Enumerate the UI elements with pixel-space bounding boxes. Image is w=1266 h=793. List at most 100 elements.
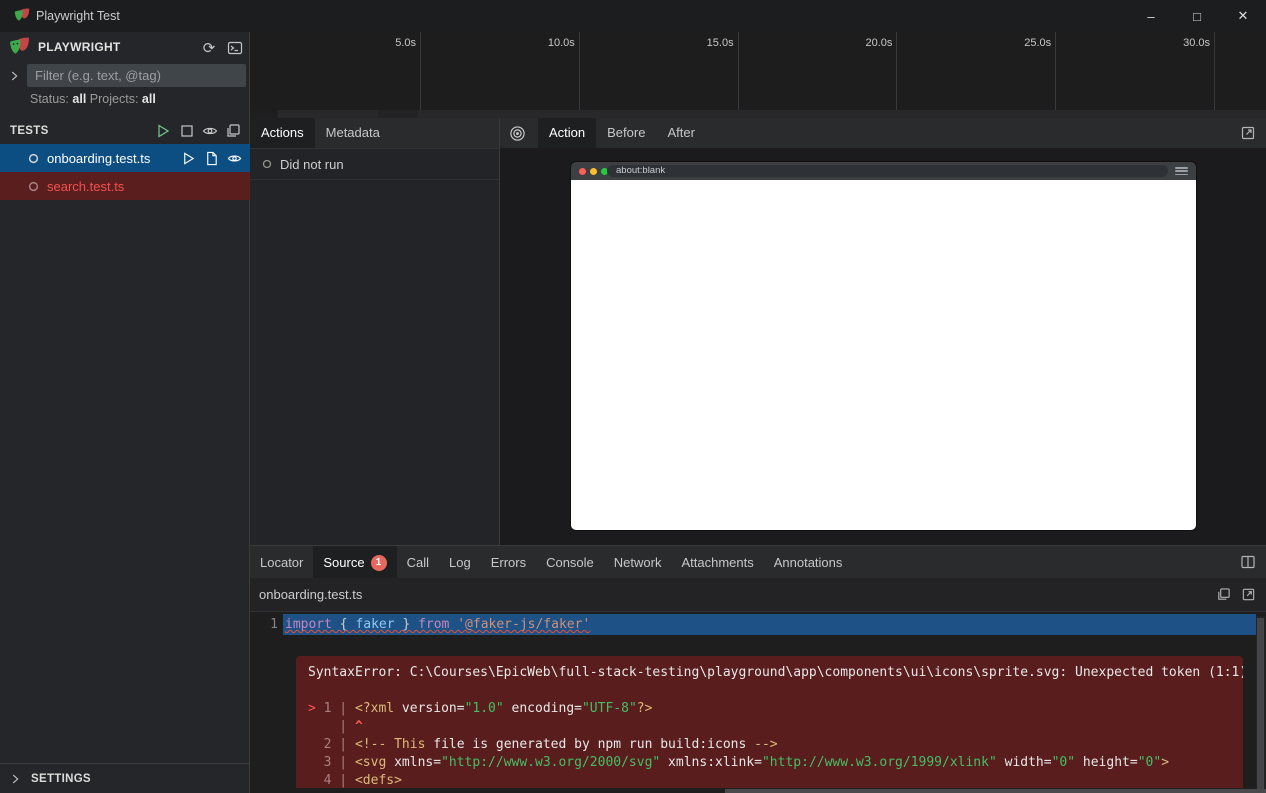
- source-filename: onboarding.test.ts: [250, 587, 362, 602]
- sidebar-header: PLAYWRIGHT ⟳: [0, 32, 250, 62]
- timeline-gridline: [738, 32, 739, 110]
- test-status-circle-icon: [28, 181, 39, 192]
- test-file-row-onboarding[interactable]: onboarding.test.ts: [0, 144, 250, 172]
- tab-call[interactable]: Call: [397, 546, 439, 579]
- vertical-scrollbar[interactable]: [1256, 616, 1265, 793]
- open-snapshot-external-icon[interactable]: [1238, 123, 1258, 143]
- settings-title: SETTINGS: [31, 764, 91, 793]
- terminal-icon[interactable]: [226, 39, 244, 57]
- tab-actions[interactable]: Actions: [250, 118, 315, 148]
- tab-after[interactable]: After: [656, 118, 705, 148]
- collapse-all-icon[interactable]: [225, 123, 241, 139]
- status-value: all: [72, 92, 86, 106]
- test-file-name: onboarding.test.ts: [47, 151, 150, 166]
- tab-before[interactable]: Before: [596, 118, 656, 148]
- run-all-icon[interactable]: [155, 123, 171, 139]
- reload-tests-icon[interactable]: ⟳: [200, 39, 218, 57]
- actions-panel: Actions Metadata Did not run: [250, 118, 500, 545]
- playwright-ui-window: Playwright Test – □ ✕ PLAYWRIGHT ⟳: [0, 0, 1266, 793]
- tests-title: TESTS: [10, 116, 49, 146]
- error-message: SyntaxError: C:\Courses\EpicWeb\full-sta…: [308, 664, 1231, 682]
- test-status-circle-icon: [28, 153, 39, 164]
- projects-label: Projects:: [90, 92, 139, 106]
- error-code-line: > 1 | <?xml version="1.0" encoding="UTF-…: [308, 700, 1231, 718]
- browser-title-bar: about:blank: [571, 162, 1196, 180]
- tab-action[interactable]: Action: [538, 118, 596, 148]
- horizontal-scrollbar-thumb[interactable]: [725, 789, 1266, 793]
- projects-value: all: [142, 92, 156, 106]
- maximize-button[interactable]: □: [1174, 0, 1220, 32]
- timeline-ruler[interactable]: 5.0s10.0s15.0s20.0s25.0s30.0s: [250, 32, 1266, 110]
- source-error-badge: 1: [371, 555, 387, 571]
- timeline-lane[interactable]: [250, 110, 1266, 118]
- copy-icon[interactable]: [1216, 587, 1231, 602]
- highlighted-code-line: import { faker } from '@faker-js/faker' …: [283, 614, 1256, 635]
- error-code-line: 3 | <svg xmlns="http://www.w3.org/2000/s…: [308, 754, 1231, 772]
- window-controls: – □ ✕: [1128, 0, 1266, 32]
- traffic-light-close-icon: [579, 168, 586, 175]
- panel-divider: [499, 118, 500, 545]
- sidebar-title: PLAYWRIGHT: [38, 32, 121, 62]
- test-file-name: search.test.ts: [47, 179, 124, 194]
- error-code-frame: > 1 | <?xml version="1.0" encoding="UTF-…: [308, 700, 1231, 788]
- open-external-icon[interactable]: [1241, 587, 1256, 602]
- watch-test-eye-icon[interactable]: [227, 151, 242, 166]
- status-summary: Status: all Projects: all: [30, 92, 250, 112]
- actions-tab-strip: Actions Metadata: [250, 118, 500, 148]
- line-number: 1: [250, 614, 278, 635]
- timeline-tick-label: 30.0s: [1150, 37, 1210, 49]
- browser-address-bar: about:blank: [607, 165, 1168, 177]
- tab-annotations[interactable]: Annotations: [764, 546, 853, 579]
- tab-errors[interactable]: Errors: [481, 546, 536, 579]
- tab-console[interactable]: Console: [536, 546, 604, 579]
- error-blank-line: [308, 682, 1231, 700]
- window-title: Playwright Test: [36, 0, 120, 32]
- timeline-gridline: [1055, 32, 1056, 110]
- tab-network[interactable]: Network: [604, 546, 672, 579]
- did-not-run-entry[interactable]: Did not run: [250, 148, 511, 180]
- open-source-icon[interactable]: [204, 151, 219, 166]
- status-label: Status:: [30, 92, 69, 106]
- vertical-scrollbar-thumb[interactable]: [1257, 618, 1264, 789]
- timeline-gridline: [1214, 32, 1215, 110]
- chevron-right-icon[interactable]: [6, 68, 22, 84]
- traffic-light-minimize-icon: [590, 168, 597, 175]
- tab-log[interactable]: Log: [439, 546, 481, 579]
- timeline-tick-label: 5.0s: [356, 37, 416, 49]
- timeline-gridline: [896, 32, 897, 110]
- split-view-icon[interactable]: [1238, 552, 1258, 572]
- stop-icon[interactable]: [179, 123, 195, 139]
- settings-section[interactable]: SETTINGS: [0, 763, 249, 793]
- error-squiggle: import { faker } from '@faker-js/faker': [285, 614, 590, 635]
- error-code-line: 2 | <!-- This file is generated by npm r…: [308, 736, 1231, 754]
- error-code-line: 4 | <defs>: [308, 772, 1231, 788]
- timeline-tick-label: 10.0s: [515, 37, 575, 49]
- details-tab-strip: LocatorSource1CallLogErrorsConsoleNetwor…: [250, 545, 1266, 578]
- tab-locator[interactable]: Locator: [250, 546, 313, 579]
- playwright-masks-icon: [9, 37, 30, 58]
- minimize-button[interactable]: –: [1128, 0, 1174, 32]
- hamburger-menu-icon: [1175, 167, 1188, 177]
- timeline-tick-label: 25.0s: [991, 37, 1051, 49]
- timeline-gridline: [579, 32, 580, 110]
- tab-source[interactable]: Source1: [313, 546, 396, 579]
- error-code-line: | ^: [308, 718, 1231, 736]
- run-test-icon[interactable]: [181, 151, 196, 166]
- filter-row: [0, 62, 250, 90]
- test-file-row-search[interactable]: search.test.ts: [0, 172, 250, 200]
- sidebar: PLAYWRIGHT ⟳ Status: all Projects: all: [0, 32, 250, 793]
- filter-input[interactable]: [27, 64, 246, 87]
- watch-all-eye-icon[interactable]: [202, 123, 218, 139]
- pick-locator-target-icon[interactable]: [500, 118, 534, 148]
- close-button[interactable]: ✕: [1220, 0, 1266, 32]
- syntax-error-box: SyntaxError: C:\Courses\EpicWeb\full-sta…: [296, 656, 1243, 788]
- browser-snapshot[interactable]: about:blank: [571, 162, 1196, 530]
- did-not-run-label: Did not run: [280, 157, 344, 172]
- tab-attachments[interactable]: Attachments: [671, 546, 763, 579]
- timeline-tick-label: 15.0s: [674, 37, 734, 49]
- tab-metadata[interactable]: Metadata: [315, 118, 391, 148]
- playwright-logo-icon: [14, 8, 30, 24]
- title-bar: Playwright Test – □ ✕: [0, 0, 1266, 32]
- browser-page-content[interactable]: [571, 180, 1196, 530]
- snapshot-tab-strip: Action Before After: [500, 118, 1266, 148]
